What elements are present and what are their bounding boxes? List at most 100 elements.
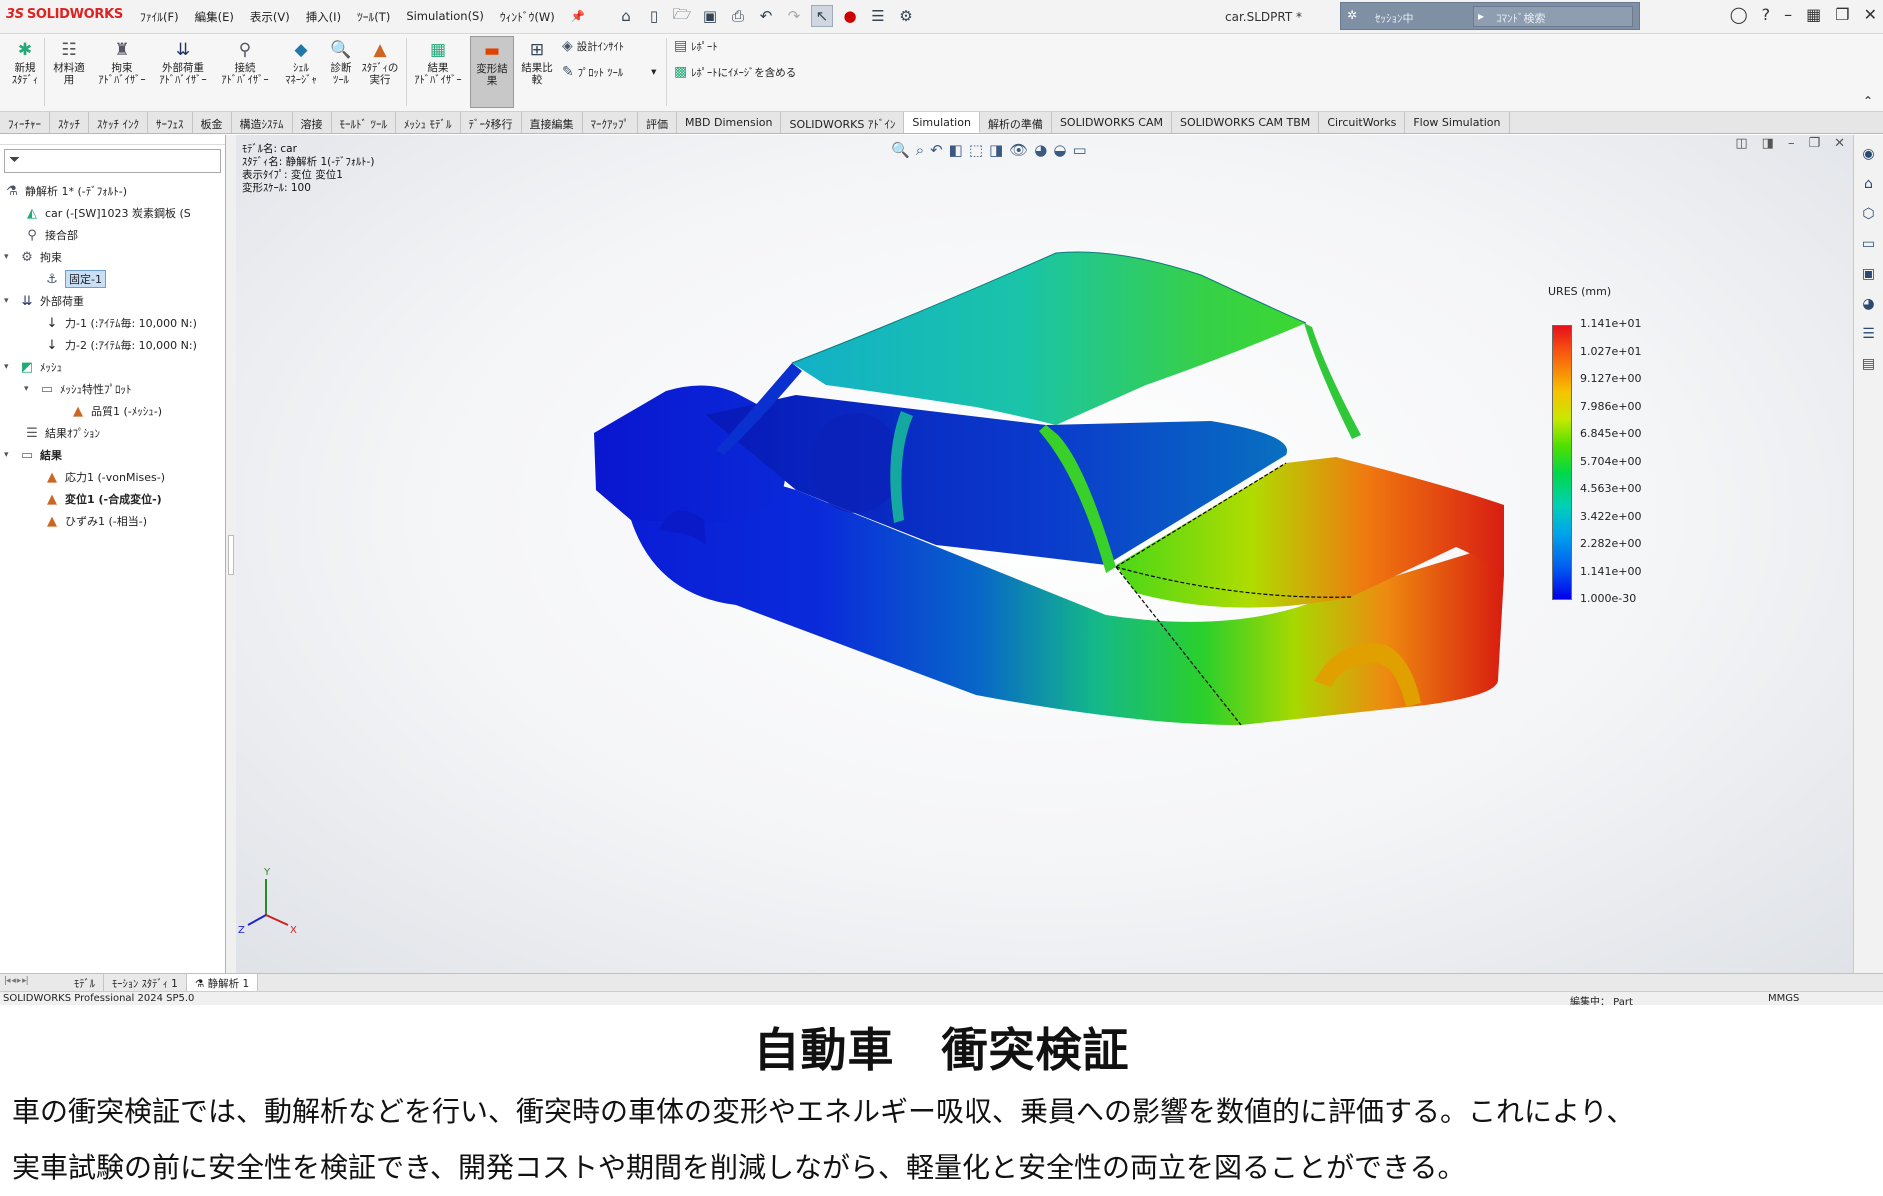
- new-study-button[interactable]: ✱ 新規 ｽﾀﾃﾞｨ: [0, 36, 50, 108]
- restore-icon[interactable]: ❐: [1835, 5, 1849, 24]
- print-icon[interactable]: ⎙: [727, 5, 749, 27]
- report-button[interactable]: ▤ ﾚﾎﾟｰﾄ: [674, 38, 717, 54]
- collapse-toggle-icon[interactable]: ▾: [4, 252, 14, 262]
- menu-view[interactable]: 表示(V): [250, 9, 290, 25]
- command-tab[interactable]: 溶接: [293, 112, 332, 133]
- close-icon[interactable]: ✕: [1864, 5, 1877, 24]
- file-properties-icon[interactable]: ☰: [867, 5, 889, 27]
- results-advisor-button[interactable]: ▦ 結果 ｱﾄﾞﾊﾞｲｻﾞｰ: [408, 36, 468, 108]
- command-tab[interactable]: ﾏｰｸｱｯﾌﾟ: [583, 112, 638, 133]
- tab-motion-study[interactable]: ﾓｰｼｮﾝ ｽﾀﾃﾞｨ 1: [104, 974, 187, 991]
- select-pointer-icon[interactable]: ↖: [811, 5, 833, 27]
- custom-properties-icon[interactable]: ☰: [1858, 323, 1880, 345]
- tree-node-result-options[interactable]: ☰ 結果ｵﾌﾟｼｮﾝ: [24, 423, 100, 443]
- command-tab[interactable]: ﾓｰﾙﾄﾞ ﾂｰﾙ: [332, 112, 396, 133]
- tree-node-part[interactable]: ◭ car (-[SW]1023 炭素鋼板 (S: [24, 203, 191, 223]
- tab-model[interactable]: ﾓﾃﾞﾙ: [66, 974, 104, 991]
- deformed-result-button[interactable]: ▬ 変形結 果: [470, 36, 514, 108]
- tree-node-connections[interactable]: ⚲ 接合部: [24, 225, 78, 245]
- tree-node-displacement[interactable]: ▲ 変位1 (-合成変位-): [44, 489, 162, 509]
- displacement-plot-model[interactable]: Y X Z: [236, 135, 1853, 973]
- tree-node-mesh-plot[interactable]: ▾ ▭ ﾒｯｼｭ特性ﾌﾟﾛｯﾄ: [24, 379, 132, 399]
- command-tab[interactable]: Flow Simulation: [1405, 112, 1510, 133]
- home-icon[interactable]: ⌂: [615, 5, 637, 27]
- collapse-toggle-icon[interactable]: ▾: [4, 362, 14, 372]
- include-image-in-report-button[interactable]: ▩ ﾚﾎﾟｰﾄにｲﾒｰｼﾞを含める: [674, 64, 796, 80]
- command-tab[interactable]: ｽｹｯﾁ ｲﾝｸ: [89, 112, 148, 133]
- minimize-icon[interactable]: –: [1784, 5, 1792, 24]
- graphics-viewport[interactable]: ﾓﾃﾞﾙ名: car ｽﾀﾃﾞｨ名: 静解析 1(-ﾃﾞﾌｫﾙﾄ-) 表示ﾀｲﾌ…: [236, 135, 1853, 973]
- command-tab[interactable]: CircuitWorks: [1319, 112, 1406, 133]
- tree-node-force-2[interactable]: ↓ 力-2 (:ｱｲﾃﾑ毎: 10,000 N:): [44, 335, 197, 355]
- command-tab[interactable]: ﾒｯｼｭ ﾓﾃﾞﾙ: [396, 112, 461, 133]
- tree-node-mesh[interactable]: ▾ ◩ ﾒｯｼｭ: [4, 357, 62, 377]
- menu-edit[interactable]: 編集(E): [195, 9, 234, 25]
- menu-window[interactable]: ｳｨﾝﾄﾞｳ(W): [500, 9, 555, 25]
- open-folder-icon[interactable]: 🗁: [671, 5, 693, 27]
- solidworks-resources-icon[interactable]: ◉: [1858, 143, 1880, 165]
- command-tab[interactable]: ｻｰﾌｪｽ: [148, 112, 193, 133]
- collapse-toggle-icon[interactable]: ▾: [4, 450, 14, 460]
- tab-static-study[interactable]: ⚗ 静解析 1: [186, 974, 259, 991]
- menu-insert[interactable]: 挿入(I): [306, 9, 341, 25]
- command-tab[interactable]: 評価: [638, 112, 677, 133]
- rebuild-traffic-light-icon[interactable]: ●: [839, 5, 861, 27]
- command-tab[interactable]: SOLIDWORKS CAM TBM: [1172, 112, 1320, 133]
- tree-node-study[interactable]: ⚗ 静解析 1* (-ﾃﾞﾌｫﾙﾄ-): [4, 181, 127, 201]
- tree-node-results[interactable]: ▾ ▭ 結果: [4, 445, 62, 465]
- command-tab[interactable]: MBD Dimension: [677, 112, 782, 133]
- collapse-toggle-icon[interactable]: ▾: [4, 296, 14, 306]
- file-explorer-icon[interactable]: ▭: [1858, 233, 1880, 255]
- redo-icon[interactable]: ↷: [783, 5, 805, 27]
- user-icon[interactable]: ◯: [1730, 5, 1748, 24]
- collapse-toggle-icon[interactable]: ▾: [24, 384, 34, 394]
- external-loads-advisor-button[interactable]: ⇊ 外部荷重 ｱﾄﾞﾊﾞｲｻﾞｰ: [154, 36, 212, 108]
- status-units[interactable]: MMGS: [1768, 993, 1799, 1004]
- command-tab[interactable]: ﾌｨｰﾁｬｰ: [0, 112, 50, 133]
- tree-node-force-1[interactable]: ↓ 力-1 (:ｱｲﾃﾑ毎: 10,000 N:): [44, 313, 197, 333]
- tree-node-fixtures[interactable]: ▾ ⚙ 拘束: [4, 247, 62, 267]
- options-gear-icon[interactable]: ⚙: [895, 5, 917, 27]
- command-tab[interactable]: ﾃﾞｰﾀ移行: [461, 112, 522, 133]
- tab-navigation-arrows[interactable]: |◂ ◂ ▸ ▸|: [0, 974, 66, 991]
- tree-filter-input[interactable]: ⏷: [4, 149, 221, 173]
- help-icon[interactable]: ?: [1762, 5, 1771, 24]
- menu-tools[interactable]: ﾂｰﾙ(T): [357, 9, 390, 25]
- command-tab[interactable]: 構造ｼｽﾃﾑ: [232, 112, 293, 133]
- tree-node-stress[interactable]: ▲ 応力1 (-vonMises-): [44, 467, 165, 487]
- run-study-button[interactable]: ▲ ｽﾀﾃﾞｨの 実行: [355, 36, 405, 108]
- save-icon[interactable]: ▣: [699, 5, 721, 27]
- 3d-content-central-icon[interactable]: ⬡: [1858, 203, 1880, 225]
- tree-node-quality[interactable]: ▲ 品質1 (-ﾒｯｼｭ-): [70, 401, 162, 421]
- view-palette-icon[interactable]: ▣: [1858, 263, 1880, 285]
- connections-advisor-button[interactable]: ⚲ 接続 ｱﾄﾞﾊﾞｲｻﾞｰ: [216, 36, 274, 108]
- command-tab[interactable]: ｽｹｯﾁ: [50, 112, 89, 133]
- menu-simulation[interactable]: Simulation(S): [406, 9, 484, 25]
- tree-node-fixed-1[interactable]: ⚓ 固定-1: [44, 269, 106, 289]
- splitter-grip[interactable]: [228, 535, 234, 575]
- command-tab[interactable]: 直接編集: [522, 112, 583, 133]
- command-tab[interactable]: 解析の準備: [980, 112, 1052, 133]
- fixtures-advisor-button[interactable]: ♜ 拘束 ｱﾄﾞﾊﾞｲｻﾞｰ: [96, 36, 148, 108]
- command-tab[interactable]: SOLIDWORKS CAM: [1052, 112, 1172, 133]
- new-document-icon[interactable]: ▯: [643, 5, 665, 27]
- command-tab[interactable]: 板金: [193, 112, 232, 133]
- command-search-input[interactable]: ▸ ｺﾏﾝﾄﾞ検索: [1473, 6, 1633, 27]
- undo-icon[interactable]: ↶: [755, 5, 777, 27]
- command-tab[interactable]: SOLIDWORKS ｱﾄﾞｲﾝ: [781, 112, 905, 133]
- apply-material-button[interactable]: ☷ 材料適 用: [44, 36, 94, 108]
- solidworks-forum-icon[interactable]: ▤: [1858, 353, 1880, 375]
- appearances-icon[interactable]: ◕: [1858, 293, 1880, 315]
- command-tab[interactable]: Simulation: [904, 112, 980, 133]
- plot-tools-button[interactable]: ✎ ﾌﾟﾛｯﾄ ﾂｰﾙ ▾: [562, 64, 656, 80]
- home-icon[interactable]: ⌂: [1858, 173, 1880, 195]
- tree-node-strain[interactable]: ▲ ひずみ1 (-相当-): [44, 511, 147, 531]
- dropdown-caret-icon[interactable]: ▾: [651, 66, 656, 78]
- 3dexperience-compass-icon[interactable]: ✲: [1347, 8, 1357, 22]
- tree-node-external-loads[interactable]: ▾ ⇊ 外部荷重: [4, 291, 84, 311]
- solidworks-logo[interactable]: 3S SOLIDWORKS: [6, 7, 123, 22]
- pin-icon[interactable]: 📌: [571, 9, 585, 25]
- panel-splitter[interactable]: [226, 135, 236, 973]
- design-insight-button[interactable]: ◈ 設計ｲﾝｻｲﾄ: [562, 38, 624, 54]
- legend-color-bar[interactable]: [1552, 325, 1572, 600]
